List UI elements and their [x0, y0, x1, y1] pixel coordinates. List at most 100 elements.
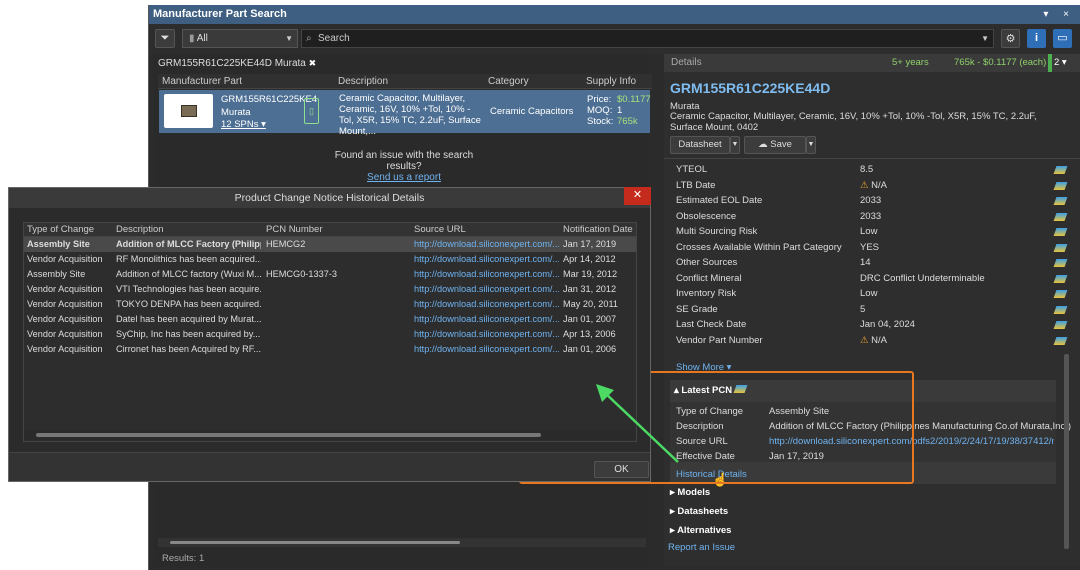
spns-link[interactable]: 12 SPNs ▾	[221, 119, 266, 130]
table-row[interactable]: Vendor Acquisition RF Monolithics has bee…	[24, 252, 636, 267]
col-description[interactable]: Description	[338, 74, 388, 89]
chevron-down-icon[interactable]: ▼	[806, 136, 816, 154]
cell-notification-date: May 20, 2011	[563, 299, 618, 309]
cell-source-url[interactable]: http://download.siliconexpert.com/...	[414, 327, 559, 342]
sync-icon[interactable]	[1053, 212, 1068, 221]
section-datasheets[interactable]: ▸ Datasheets	[670, 506, 728, 517]
sync-icon[interactable]	[1053, 166, 1068, 174]
results-count: Results: 1	[162, 553, 205, 564]
property-value: Low	[860, 226, 878, 237]
sync-icon[interactable]	[1053, 197, 1068, 205]
price-value: $0.1177	[617, 94, 651, 105]
col-notification-date[interactable]: Notification Date	[563, 223, 633, 237]
horizontal-scrollbar[interactable]	[158, 538, 646, 547]
table-row[interactable]: Vendor Acquisition VTI Technologies has b…	[24, 282, 636, 297]
table-row[interactable]: Vendor Acquisition Datel has been acquire…	[24, 312, 636, 327]
category-filter-dropdown[interactable]: ▮ All ▼	[182, 29, 298, 48]
sync-icon[interactable]	[1053, 259, 1068, 267]
toolbar: ⏷ ▮ All ▼ ⌕ Search ▼ ⚙ i ▭	[149, 24, 1080, 54]
cell-type-of-change: Vendor Acquisition	[27, 344, 103, 354]
report-issue-link[interactable]: Report an Issue	[668, 542, 735, 553]
close-icon[interactable]: ✖	[309, 58, 317, 68]
col-description[interactable]: Description	[116, 223, 164, 237]
details-label: Details	[671, 57, 702, 68]
filter-icon[interactable]: ⏷	[155, 29, 175, 48]
cell-source-url[interactable]: http://download.siliconexpert.com/...	[414, 312, 559, 327]
stock-value: 765k	[617, 116, 638, 127]
warning-icon: ⚠	[860, 179, 872, 191]
cell-type-of-change: Vendor Acquisition	[27, 329, 103, 339]
col-manufacturer-part[interactable]: Manufacturer Part	[162, 74, 242, 89]
save-button[interactable]: ☁ Save	[744, 136, 806, 154]
sync-icon[interactable]	[1053, 228, 1068, 236]
scrollbar-thumb[interactable]	[170, 541, 460, 544]
col-pcn-number[interactable]: PCN Number	[266, 223, 323, 237]
sync-icon[interactable]	[1053, 321, 1068, 329]
section-alternatives[interactable]: ▸ Alternatives	[670, 525, 731, 536]
sync-icon[interactable]	[1053, 274, 1068, 283]
sync-icon[interactable]	[1053, 336, 1068, 345]
part-maker: Murata	[221, 107, 251, 118]
panel-layout-icon[interactable]: ▭	[1053, 29, 1072, 48]
cell-notification-date: Jan 01, 2007	[563, 314, 617, 324]
lifecycle-badge: 5+ years	[892, 57, 929, 68]
cell-notification-date: Jan 01, 2006	[563, 344, 617, 354]
issue-text: Found an issue with the search results?	[334, 150, 474, 172]
cell-pcn-number: HEMCG2	[266, 239, 306, 249]
table-row[interactable]: Assembly Site Addition of MLCC Factory (P…	[24, 237, 636, 252]
alt-count-dropdown[interactable]: 2 ▾	[1054, 57, 1067, 68]
query-tag-label: GRM155R61C225KE44D Murata	[158, 58, 306, 69]
chevron-down-icon[interactable]: ▼	[730, 136, 740, 154]
dialog-footer: OK	[9, 452, 650, 481]
col-supply-info[interactable]: Supply Info	[586, 74, 636, 89]
search-input[interactable]: ⌕ Search ▼	[301, 29, 994, 48]
cell-source-url[interactable]: http://download.siliconexpert.com/...	[414, 267, 559, 282]
cell-source-url[interactable]: http://download.siliconexpert.com/...	[414, 252, 559, 267]
section-models[interactable]: ▸ Models	[670, 487, 710, 498]
property-row: Estimated EOL Date 2033	[676, 193, 1068, 209]
cell-description: VTI Technologies has been acquire...	[116, 284, 261, 294]
cell-notification-date: Jan 17, 2019	[563, 239, 617, 249]
category-filter-value: All	[196, 33, 208, 44]
cell-description: Cirronet has been Acquired by RF...	[116, 344, 261, 354]
sync-icon[interactable]	[1053, 290, 1068, 298]
sync-icon[interactable]	[1053, 181, 1068, 190]
table-row[interactable]: GRM155R61C225KE4 Murata 12 SPNs ▾ ▯ Cera…	[159, 90, 651, 137]
sync-icon[interactable]	[1053, 243, 1068, 252]
close-icon[interactable]: ✕	[624, 187, 651, 205]
capacitor-image	[181, 105, 197, 117]
col-type-of-change[interactable]: Type of Change	[27, 223, 94, 237]
col-category[interactable]: Category	[488, 74, 529, 89]
part-description: Ceramic Capacitor, Multilayer, Ceramic, …	[339, 93, 481, 137]
property-value: 14	[860, 257, 871, 268]
sync-icon[interactable]	[1053, 305, 1068, 314]
cell-type-of-change: Vendor Acquisition	[27, 254, 103, 264]
stock-label: Stock:	[587, 116, 614, 127]
cell-source-url[interactable]: http://download.siliconexpert.com/...	[414, 237, 559, 252]
cell-source-url[interactable]: http://download.siliconexpert.com/...	[414, 342, 559, 357]
details-scrollbar[interactable]	[1064, 354, 1069, 549]
property-key: Crosses Available Within Part Category	[676, 241, 842, 253]
property-row: Multi Sourcing Risk Low	[676, 224, 1068, 240]
gear-icon[interactable]: ⚙	[1001, 29, 1020, 48]
info-icon[interactable]: i	[1027, 29, 1046, 48]
cell-source-url[interactable]: http://download.siliconexpert.com/...	[414, 282, 559, 297]
cell-notification-date: Jan 31, 2012	[563, 284, 617, 294]
annotation-arrow	[596, 384, 679, 463]
property-row: SE Grade 5	[676, 302, 1068, 318]
chevron-down-icon[interactable]: ▼	[981, 30, 989, 47]
horizontal-scrollbar[interactable]	[24, 430, 636, 440]
table-row[interactable]: Vendor Acquisition SyChip, Inc has been a…	[24, 327, 636, 342]
panel-window-controls[interactable]: ▾ ×	[1043, 5, 1075, 24]
table-row[interactable]: Vendor Acquisition TOKYO DENPA has been a…	[24, 297, 636, 312]
table-row[interactable]: Vendor Acquisition Cirronet has been Acqu…	[24, 342, 636, 357]
send-report-link[interactable]: Send us a report	[324, 172, 484, 183]
issue-notice: Found an issue with the search results? …	[324, 150, 484, 183]
datasheet-button[interactable]: Datasheet	[670, 136, 730, 154]
part-image	[164, 94, 213, 128]
scrollbar-thumb[interactable]	[36, 433, 541, 437]
part-number: GRM155R61C225KE4	[221, 94, 318, 105]
col-source-url[interactable]: Source URL	[414, 223, 466, 237]
table-row[interactable]: Assembly Site Addition of MLCC factory (W…	[24, 267, 636, 282]
cell-source-url[interactable]: http://download.siliconexpert.com/...	[414, 297, 559, 312]
